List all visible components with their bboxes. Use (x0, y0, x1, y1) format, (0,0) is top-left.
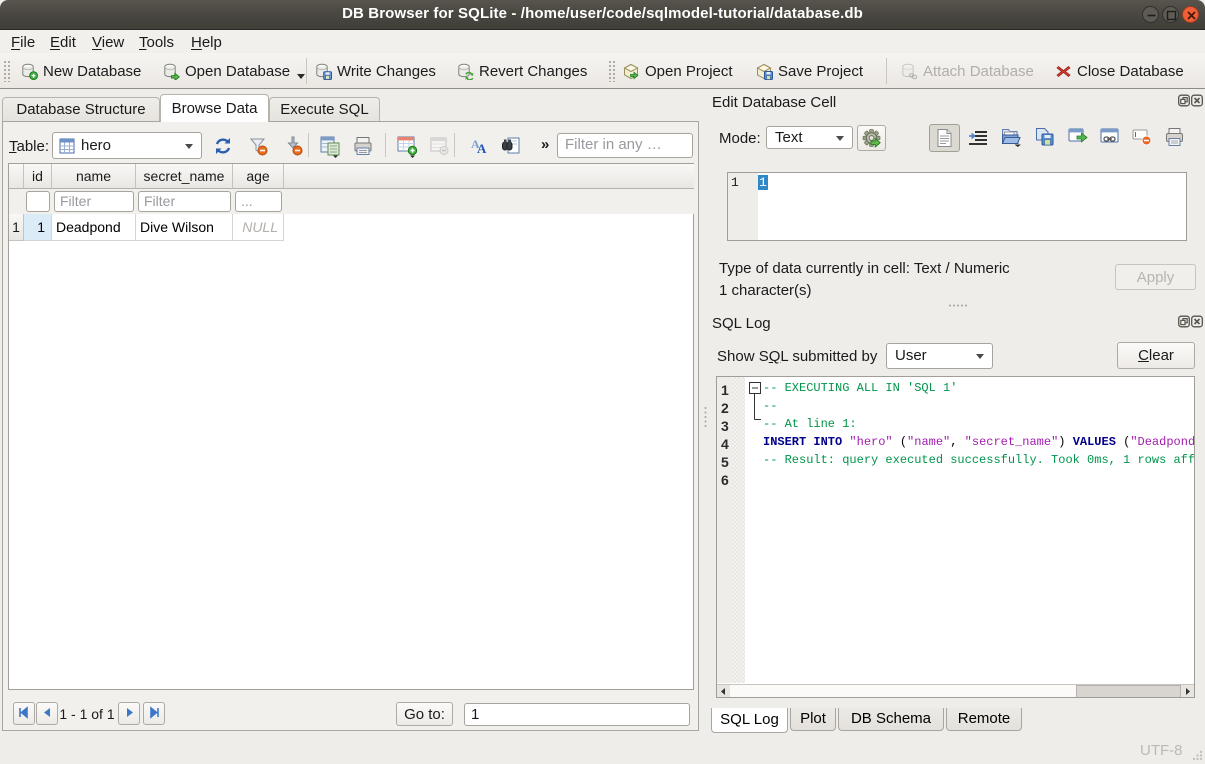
svg-text:A: A (477, 141, 487, 156)
